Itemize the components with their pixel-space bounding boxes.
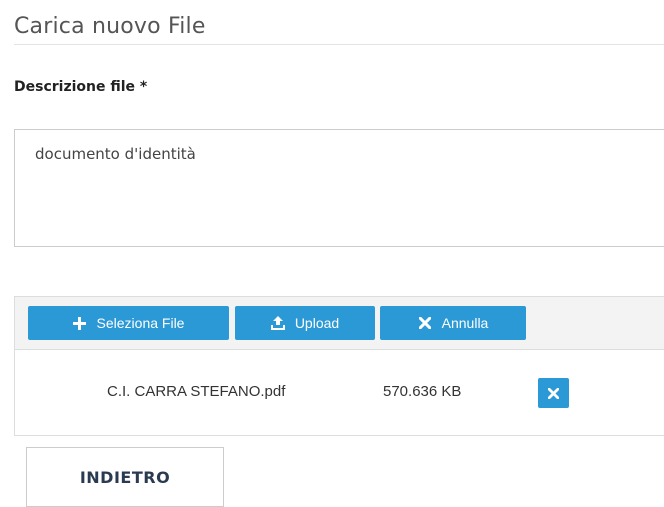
- select-file-button[interactable]: Seleziona File: [28, 306, 229, 340]
- remove-file-button[interactable]: [538, 378, 569, 408]
- title-divider: [14, 44, 664, 45]
- upload-icon: [270, 316, 285, 330]
- file-size: 570.636 KB: [383, 383, 462, 400]
- select-file-label: Seleziona File: [96, 315, 185, 331]
- close-icon: [418, 316, 432, 330]
- uploader-toolbar: Seleziona File Upload Annulla: [15, 297, 664, 350]
- cancel-button[interactable]: Annulla: [380, 306, 526, 340]
- file-uploader: Seleziona File Upload Annulla C.I. CARRA…: [14, 296, 664, 436]
- file-name: C.I. CARRA STEFANO.pdf: [107, 383, 286, 400]
- upload-label: Upload: [294, 315, 340, 331]
- back-button[interactable]: INDIETRO: [26, 447, 224, 507]
- cancel-label: Annulla: [441, 315, 489, 331]
- plus-icon: [73, 316, 87, 330]
- upload-button[interactable]: Upload: [235, 306, 375, 340]
- description-textarea[interactable]: documento d'identità: [14, 129, 664, 247]
- file-list-item: C.I. CARRA STEFANO.pdf 570.636 KB: [15, 350, 664, 436]
- page-title: Carica nuovo File: [14, 14, 206, 39]
- description-label: Descrizione file *: [14, 79, 148, 95]
- close-icon: [548, 387, 559, 399]
